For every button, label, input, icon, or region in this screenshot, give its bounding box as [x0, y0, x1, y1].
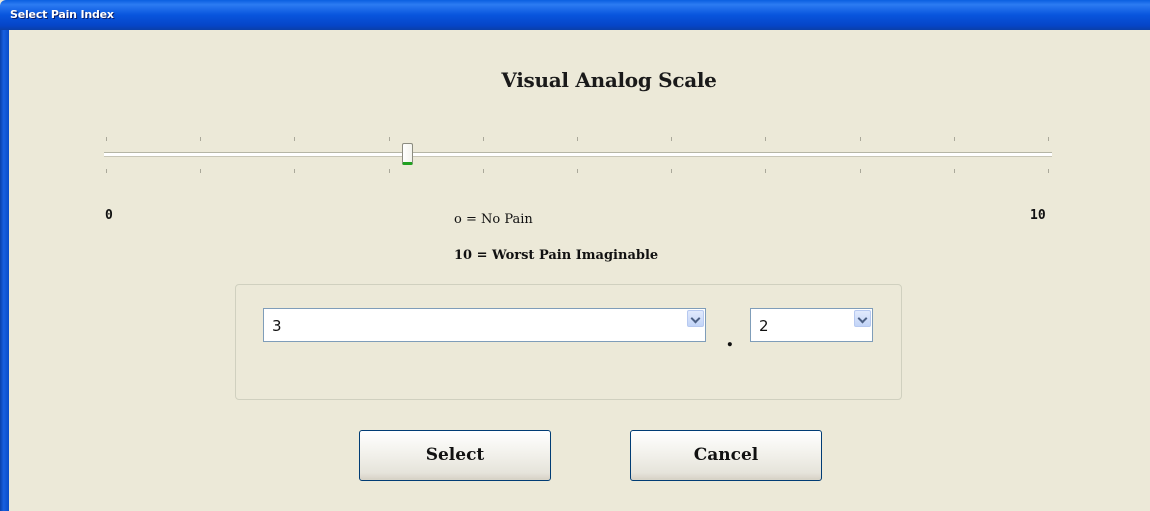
slider-thumb[interactable]: [402, 143, 413, 165]
slider-tick: [860, 137, 861, 141]
decimal-dropdown[interactable]: 2: [750, 308, 873, 342]
value-group-box: [235, 284, 902, 400]
slider-tick: [106, 137, 107, 141]
slider-tick: [765, 137, 766, 141]
slider-tick: [294, 137, 295, 141]
slider-tick: [483, 169, 484, 173]
dialog-content: Visual Analog Scale 0 10 o = No Pain 10 …: [9, 30, 1150, 511]
slider-tick: [200, 137, 201, 141]
slider-tick: [671, 137, 672, 141]
slider-tick: [954, 137, 955, 141]
slider-tick: [765, 169, 766, 173]
chevron-down-icon[interactable]: [687, 310, 704, 327]
slider-tick: [483, 137, 484, 141]
legend-worst-pain: 10 = Worst Pain Imaginable: [454, 248, 659, 263]
scale-min-label: 0: [105, 208, 113, 223]
slider-tick: [389, 169, 390, 173]
cancel-button[interactable]: Cancel: [630, 430, 822, 481]
pain-scale-slider[interactable]: [104, 130, 1054, 180]
scale-max-label: 10: [1030, 208, 1046, 223]
slider-tick: [106, 169, 107, 173]
slider-tick: [577, 169, 578, 173]
window-border: [0, 30, 9, 511]
slider-tick: [577, 137, 578, 141]
decimal-dropdown-value: 2: [759, 317, 769, 335]
slider-tick: [294, 169, 295, 173]
title-bar[interactable]: Select Pain Index: [0, 0, 1150, 30]
select-button[interactable]: Select: [359, 430, 551, 481]
slider-tick: [860, 169, 861, 173]
scale-heading: Visual Analog Scale: [501, 68, 717, 92]
integer-dropdown-value: 3: [272, 317, 282, 335]
slider-tick: [671, 169, 672, 173]
legend-no-pain: o = No Pain: [454, 212, 533, 227]
slider-tick: [1048, 169, 1049, 173]
dialog-window: Select Pain Index Visual Analog Scale 0 …: [0, 0, 1150, 511]
slider-tick: [954, 169, 955, 173]
integer-dropdown[interactable]: 3: [263, 308, 706, 342]
slider-tick: [389, 137, 390, 141]
chevron-down-icon[interactable]: [854, 310, 871, 327]
decimal-separator: .: [726, 326, 734, 352]
slider-track[interactable]: [104, 152, 1052, 157]
slider-tick: [200, 169, 201, 173]
window-title: Select Pain Index: [10, 8, 114, 21]
slider-tick: [1048, 137, 1049, 141]
